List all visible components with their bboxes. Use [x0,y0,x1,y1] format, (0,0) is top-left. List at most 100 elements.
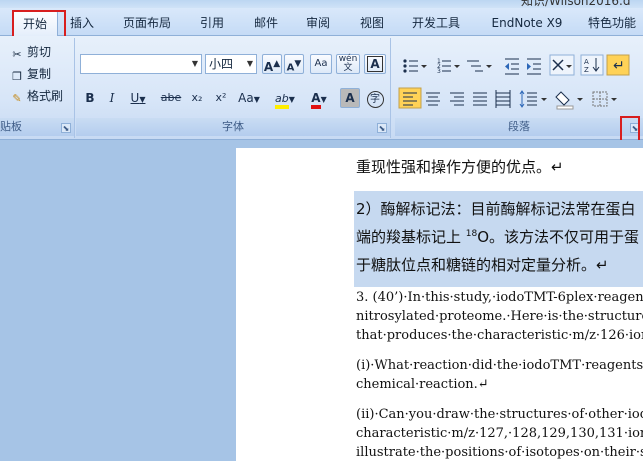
font-name-combo[interactable]: ▼ [80,54,202,74]
text-highlight-button[interactable]: ab▼ [270,88,300,109]
font-color-icon: A [311,91,321,109]
change-case-button[interactable]: Aa▼ [234,88,264,108]
doc-line: that·produces·the·characteristic·m/z·126… [356,328,643,343]
doc-line: 端的羧基标记上 18O。该方法不仅可用于蛋 [356,226,639,247]
chevron-down-icon: ▼ [139,95,146,104]
svg-text:↵: ↵ [613,58,625,74]
doc-line: 重现性强和操作方便的优点。↵ [356,158,564,176]
svg-text:Z: Z [584,66,589,74]
eraser-icon: Aa [314,58,328,69]
doc-line: nitrosylated·proteome.·Here·is·the·struc… [356,309,643,324]
decrease-indent-icon[interactable] [505,58,519,75]
chevron-down-icon: ▼ [246,59,254,68]
font-size-value: 小四 [209,57,234,71]
copy-label: 复制 [27,67,52,81]
bold-button[interactable]: B [80,88,100,108]
superscript-text: 18 [465,229,478,239]
phonetic-guide-button[interactable]: wén 文 [336,54,360,74]
chevron-down-icon: ▼ [253,95,260,104]
doc-line: (i)·What·reaction·did·the·iodoTMT·reagen… [356,358,643,373]
paragraph-group-label: 段落 [395,118,643,136]
align-left-icon[interactable] [398,87,422,109]
character-shading-button[interactable]: A [340,88,360,108]
distributed-icon[interactable] [495,90,511,108]
show-formatting-marks-icon[interactable]: ↵ [606,54,630,76]
phonetic-guide-icon: wén [338,54,358,64]
sort-icon[interactable]: AZ [580,54,604,76]
bullets-icon[interactable] [403,59,427,73]
svg-text:3: 3 [437,68,441,75]
font-group-label: 字体 [76,118,390,136]
chevron-down-icon: ▼ [191,59,199,68]
scissors-icon: ✂ [12,48,22,61]
clipboard-group: ✂ 剪切 ❐ 复制 ✎ 格式刷 贴板 ⬊ [0,38,75,138]
shrink-font-button[interactable]: A▼ [284,54,304,74]
cut-button[interactable]: ✂ 剪切 [10,43,51,61]
ribbon-tabs: 开始 插入 页面布局 引用 邮件 审阅 视图 开发工具 EndNote X9 特… [0,8,643,36]
font-group: ▼ 小四 ▼ A▲ A▼ Aa wén 文 A B I U▼ abe x₂ x² … [76,38,391,138]
underline-label: U [130,91,140,105]
paintbrush-icon: ✎ [12,92,22,105]
chevron-down-icon: ▼ [288,95,295,104]
format-painter-label: 格式刷 [27,89,64,103]
paragraph-buttons: 123 AZ ↵ [398,54,630,110]
superscript-button[interactable]: x² [210,88,232,108]
strikethrough-button[interactable]: abe [158,88,184,108]
chevron-down-icon: ▼ [320,95,327,104]
tab-references[interactable]: 引用 [192,10,232,36]
doc-text: O。该方法不仅可用于蛋 [477,228,640,246]
font-color-button[interactable]: A▼ [304,88,334,109]
document-page[interactable]: 重现性强和操作方便的优点。↵ 2）酶解标记法：目前酶解标记法常在蛋白 端的羧基标… [236,148,643,461]
italic-button[interactable]: I [102,88,122,108]
annotation-box-home-tab [12,10,66,38]
justify-icon[interactable] [473,92,487,106]
ribbon: ✂ 剪切 ❐ 复制 ✎ 格式刷 贴板 ⬊ ▼ 小四 ▼ A▲ A▼ Aa wén 文 A… [0,36,643,140]
doc-line: 2）酶解标记法：目前酶解标记法常在蛋白 [356,200,636,218]
copy-button[interactable]: ❐ 复制 [10,65,51,83]
paragraph-group: 123 AZ ↵ 段落 ⬊ [395,38,643,138]
highlighter-icon: ab [275,92,289,109]
doc-line: (ii)·Can·you·draw·the·structures·of·othe… [356,407,643,422]
tab-mailings[interactable]: 邮件 [246,10,286,36]
tab-view[interactable]: 视图 [352,10,392,36]
svg-text:A: A [584,58,589,66]
font-size-combo[interactable]: 小四 ▼ [205,54,257,74]
shading-bucket-icon[interactable] [555,91,583,110]
cut-label: 剪切 [27,45,52,59]
format-painter-button[interactable]: ✎ 格式刷 [10,87,63,105]
clear-formatting-button[interactable]: Aa [310,54,332,74]
grow-font-icon: A [263,60,274,74]
underline-button[interactable]: U▼ [124,88,152,108]
change-case-label: Aa [238,91,254,105]
annotation-box-paragraph-launcher [620,116,640,142]
tab-page-layout[interactable]: 页面布局 [116,10,178,36]
borders-icon[interactable] [592,91,617,107]
enclose-characters-button[interactable]: 字 [364,88,386,108]
subscript-button[interactable]: x₂ [186,88,208,108]
title-bar: 知识/Wilson2016.d [0,0,643,8]
clipboard-dialog-launcher-icon[interactable]: ⬊ [61,123,71,133]
chinese-layout-icon[interactable] [549,54,575,76]
tab-endnote[interactable]: EndNote X9 [482,10,572,36]
character-border-button[interactable]: A [364,54,386,74]
tab-review[interactable]: 审阅 [298,10,338,36]
tab-developer[interactable]: 开发工具 [404,10,468,36]
align-right-icon[interactable] [450,92,464,106]
tab-features[interactable]: 特色功能 [582,10,642,36]
enclose-characters-icon: 字 [366,91,384,108]
grow-font-button[interactable]: A▲ [262,54,282,74]
align-center-icon[interactable] [426,92,440,106]
font-dialog-launcher-icon[interactable]: ⬊ [377,123,387,133]
window-title: 知识/Wilson2016.d [521,0,631,8]
doc-line: 于糖肽位点和糖链的相对定量分析。↵ [356,256,609,274]
increase-indent-icon[interactable] [527,58,541,75]
doc-line: illustrate·the·positions·of·isotopes·on·… [356,445,643,460]
doc-line: 3. (40’)·In·this·study,·iodoTMT-6plex·re… [356,290,643,305]
tab-insert[interactable]: 插入 [62,10,102,36]
character-border-icon: A [367,56,383,72]
multilevel-list-icon[interactable] [467,60,492,72]
line-spacing-icon[interactable] [519,90,547,108]
numbering-icon[interactable]: 123 [437,58,460,75]
copy-icon: ❐ [12,70,22,83]
doc-line: characteristic·m/z·127,·128,129,130,131·… [356,426,643,441]
